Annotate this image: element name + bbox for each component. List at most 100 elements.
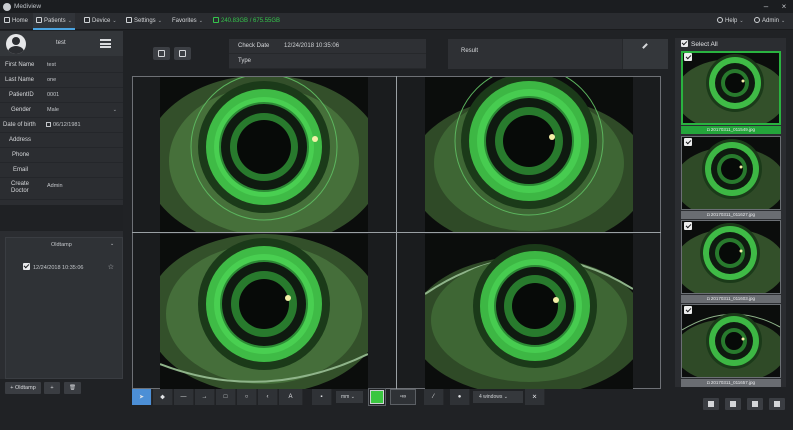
- patient-panel: test First Name test Last Name one Patient…: [0, 31, 123, 379]
- thumbnail-4-checkbox[interactable]: [684, 306, 692, 314]
- pencil-icon: [642, 43, 648, 49]
- minimize-button[interactable]: –: [757, 0, 775, 13]
- window-layout-select[interactable]: 4 windows ⌄: [473, 391, 523, 403]
- info-button[interactable]: ●: [450, 389, 470, 405]
- angle-icon: ‹: [266, 394, 269, 400]
- thumbnail-1-checkbox[interactable]: [684, 53, 692, 61]
- chevron-down-icon: ⌄: [112, 18, 117, 24]
- chevron-down-icon: ⌄: [350, 394, 355, 400]
- delete-image-button[interactable]: [769, 398, 785, 410]
- text-icon: A: [288, 394, 293, 400]
- thumbnail-2[interactable]: [681, 136, 781, 210]
- thumbnail-3[interactable]: [681, 220, 781, 294]
- menu-device[interactable]: Device ⌄: [84, 13, 117, 30]
- check-date-row: Check Date 12/24/2018 10:35:06: [229, 39, 426, 54]
- select-all-checkbox[interactable]: Select All: [681, 40, 718, 48]
- patient-name: test: [56, 40, 66, 46]
- patients-icon: [36, 17, 42, 23]
- exam-info: Check Date 12/24/2018 10:35:06 Type: [229, 39, 426, 69]
- eraser-tool-button[interactable]: ◆: [153, 389, 173, 405]
- add-checkup-button[interactable]: + Oldtamp: [5, 382, 41, 394]
- chevron-down-icon: ⌄: [67, 18, 72, 24]
- thumbnail-2-checkbox[interactable]: [684, 138, 692, 146]
- menu-favorites[interactable]: Favorites ⌄: [172, 13, 203, 30]
- adjust-tool-button[interactable]: ⁄: [424, 389, 444, 405]
- expand-icon: ✕: [531, 394, 538, 401]
- thumbnail-4[interactable]: [681, 304, 781, 378]
- menu-settings[interactable]: Settings ⌄: [126, 13, 162, 30]
- unit-select[interactable]: mm ⌄: [336, 391, 363, 403]
- eye-image-top-left[interactable]: [160, 77, 368, 233]
- fullscreen-button[interactable]: ✕: [525, 389, 545, 405]
- delete-button[interactable]: 🗑: [64, 382, 81, 394]
- menu-patients[interactable]: Patients ⌄: [33, 13, 75, 30]
- rectangle-tool-button[interactable]: □: [216, 389, 236, 405]
- camera-icon: [158, 50, 165, 57]
- chevron-down-icon: ⌄: [198, 18, 203, 24]
- app-logo-icon: [3, 2, 11, 11]
- field-address: Address: [0, 133, 123, 148]
- line-tool-button[interactable]: —: [174, 389, 194, 405]
- result-box: Result: [448, 39, 668, 69]
- calendar-icon[interactable]: [46, 122, 51, 127]
- checkup-list-header[interactable]: Oldtamp ⌄: [6, 238, 122, 252]
- line-icon: —: [180, 394, 187, 400]
- info-icon: ●: [457, 394, 462, 400]
- color-swatch[interactable]: [370, 390, 384, 404]
- menu-help[interactable]: Help ⌄: [717, 13, 744, 30]
- link-icon: ▫∞: [399, 394, 407, 400]
- angle-tool-button[interactable]: ‹: [258, 389, 278, 405]
- star-icon[interactable]: ☆: [108, 263, 114, 271]
- circle-tool-button[interactable]: ○: [237, 389, 257, 405]
- eraser-icon: ◆: [160, 394, 165, 401]
- import-button[interactable]: [703, 398, 719, 410]
- field-first-name: First Name test: [0, 58, 123, 73]
- import-icon: [708, 401, 714, 407]
- thumbnail-2-caption: ◘ 20170311_011627.jpg: [681, 211, 781, 219]
- field-gender[interactable]: Gender Male ⌄: [0, 103, 123, 118]
- chevron-down-icon: ⌄: [781, 18, 786, 24]
- eye-image-bottom-left[interactable]: [160, 234, 368, 389]
- close-button[interactable]: ×: [775, 0, 793, 13]
- menu-bar: Home Patients ⌄ Device ⌄ Settings ⌄ Favorit…: [0, 13, 793, 30]
- field-create-doctor: Create Doctor Admin: [0, 178, 123, 200]
- menu-home[interactable]: Home: [4, 13, 28, 30]
- eye-image-bottom-right[interactable]: [425, 234, 633, 389]
- checkup-item[interactable]: 12/24/2018 10:35:06 ☆: [23, 263, 118, 273]
- field-last-name: Last Name one: [0, 73, 123, 88]
- checkbox-icon[interactable]: [23, 263, 30, 270]
- trash-icon: [774, 401, 780, 407]
- chevron-down-icon: ⌄: [112, 107, 117, 113]
- home-icon: [4, 17, 10, 23]
- field-email: Email: [0, 163, 123, 178]
- gear-icon: [126, 17, 132, 23]
- storage-icon: [213, 17, 219, 23]
- link-toggle-button[interactable]: ▫∞: [390, 389, 416, 405]
- rectangle-icon: □: [223, 394, 228, 400]
- print-button[interactable]: [174, 47, 191, 60]
- edit-result-button[interactable]: [622, 39, 668, 69]
- select-tool-button[interactable]: ➤: [132, 389, 152, 405]
- delete-annotation-button[interactable]: ▪: [312, 389, 332, 405]
- checkbox-icon[interactable]: [681, 40, 688, 47]
- user-icon: [754, 17, 760, 23]
- avatar: [6, 34, 26, 54]
- thumbnail-1[interactable]: [681, 51, 781, 125]
- type-row: Type: [229, 54, 426, 69]
- print-icon: [179, 50, 186, 57]
- compare-icon: [752, 401, 758, 407]
- thumbnail-3-checkbox[interactable]: [684, 222, 692, 230]
- hamburger-menu-icon[interactable]: [100, 39, 111, 48]
- text-tool-button[interactable]: A: [279, 389, 303, 405]
- export-icon: [730, 401, 736, 407]
- arrow-tool-button[interactable]: →: [195, 389, 215, 405]
- eye-image-top-right[interactable]: [425, 77, 633, 233]
- compare-button[interactable]: [747, 398, 763, 410]
- cursor-icon: ➤: [138, 394, 145, 401]
- add-button[interactable]: +: [44, 382, 60, 394]
- camera-button[interactable]: [153, 47, 170, 60]
- menu-user[interactable]: Admin ⌄: [754, 13, 785, 30]
- arrow-icon: →: [201, 394, 208, 400]
- wand-icon: ⁄: [432, 394, 435, 400]
- export-button[interactable]: [725, 398, 741, 410]
